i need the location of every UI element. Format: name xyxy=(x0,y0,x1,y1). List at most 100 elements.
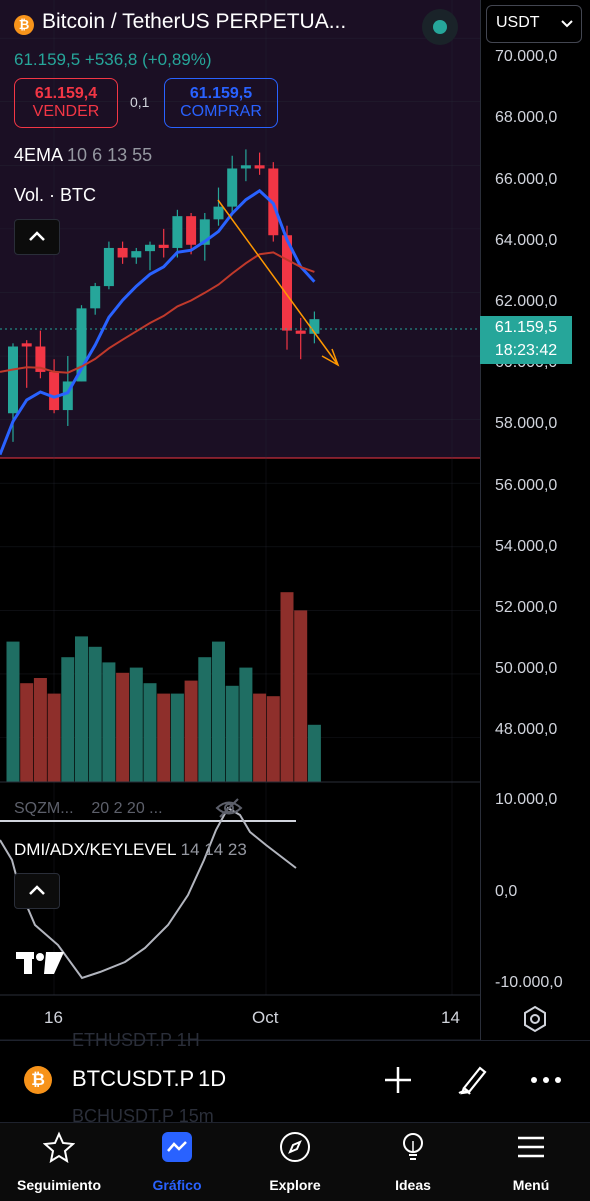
price-change: 61.159,5 +536,8 (+0,89%) xyxy=(14,50,212,69)
nav-item-ideas[interactable]: Ideas xyxy=(354,1123,472,1201)
nav-label: Ideas xyxy=(395,1177,431,1193)
candle-countdown-tag: 18:23:42 xyxy=(480,340,572,364)
candle-body xyxy=(131,251,142,258)
candle-body xyxy=(49,371,60,411)
candle-body xyxy=(21,343,32,347)
volume-bar xyxy=(129,667,143,782)
candle-body xyxy=(103,247,114,287)
buy-button[interactable]: 61.159,5 COMPRAR xyxy=(164,78,278,128)
volume-bar xyxy=(225,685,239,782)
nav-item-grafico[interactable]: Gráfico xyxy=(118,1123,236,1201)
price-axis-label: 58.000,0 xyxy=(495,415,558,432)
currency-value: USDT xyxy=(496,14,540,31)
collapse-legend-button[interactable] xyxy=(14,219,60,255)
price-axis-label: 56.000,0 xyxy=(495,477,558,494)
market-open-status-icon[interactable] xyxy=(422,9,458,45)
volume-bar xyxy=(47,693,61,782)
buy-price: 61.159,5 xyxy=(189,85,253,102)
sqzm-indicator-params: 20 2 20 ... xyxy=(91,800,163,817)
candle-body xyxy=(254,165,265,169)
price-axis-label: 50.000,0 xyxy=(495,660,558,677)
nav-label: Explore xyxy=(269,1177,321,1193)
dmi-legend[interactable]: DMI/ADX/KEYLEVEL 14 14 23 xyxy=(14,840,247,860)
indicator-axis-label: 0,0 xyxy=(495,883,518,900)
nav-item-explore[interactable]: Explore xyxy=(236,1123,354,1201)
volume-bar xyxy=(253,693,267,782)
chart-settings-icon[interactable] xyxy=(520,1004,550,1034)
price-axis[interactable]: 70.000,0 68.000,0 66.000,0 64.000,0 62.0… xyxy=(480,0,590,1040)
ema-legend[interactable]: 4EMA 10 6 13 55 xyxy=(14,145,152,166)
price-axis-label: 68.000,0 xyxy=(495,109,558,126)
nav-label: Gráfico xyxy=(152,1177,202,1193)
symbol-picker-ghost-item: ETHUSDT.P 1H xyxy=(72,1030,200,1050)
chart-icon xyxy=(162,1132,192,1162)
volume-bar xyxy=(61,657,75,782)
candle-body xyxy=(158,244,169,248)
indicator-axis-label: -10.000,0 xyxy=(495,974,563,991)
price-axis-label: 66.000,0 xyxy=(495,171,558,188)
nav-label: Menú xyxy=(512,1177,550,1193)
candle-body xyxy=(295,330,306,334)
nav-item-menu[interactable]: Menú xyxy=(472,1123,590,1201)
ema-indicator-name: 4EMA xyxy=(14,145,63,165)
nav-item-seguimiento[interactable]: Seguimiento xyxy=(0,1123,118,1201)
time-axis-label: Oct xyxy=(252,1008,279,1027)
indicator-axis-label: 10.000,0 xyxy=(495,791,558,808)
price-axis-label: 64.000,0 xyxy=(495,232,558,249)
candle-body xyxy=(172,216,183,248)
volume-bar xyxy=(307,724,321,782)
sqzm-legend[interactable]: SQZM... 20 2 20 ... xyxy=(14,800,163,818)
volume-bar xyxy=(6,641,20,782)
candle-body xyxy=(8,346,18,414)
price-axis-label: 52.000,0 xyxy=(495,599,558,616)
bottom-navigation: Seguimiento Gráfico Explore Ideas Menú xyxy=(0,1122,590,1201)
candle-body xyxy=(90,286,101,309)
price-axis-label: 48.000,0 xyxy=(495,721,558,738)
volume-bar xyxy=(170,693,184,782)
sell-label: VENDER xyxy=(32,103,100,120)
volume-bar xyxy=(157,693,171,782)
sell-button[interactable]: 61.159,4 VENDER xyxy=(14,78,118,128)
candle-body xyxy=(145,244,155,252)
volume-bar xyxy=(280,592,294,782)
chevron-down-icon xyxy=(561,20,573,28)
lightbulb-icon xyxy=(403,1133,423,1160)
volume-bar xyxy=(294,610,308,782)
candle-body xyxy=(227,168,238,207)
time-axis-label: 14 xyxy=(441,1008,460,1027)
nav-label: Seguimiento xyxy=(16,1177,101,1193)
volume-bar xyxy=(75,636,88,782)
volume-bar xyxy=(143,683,157,782)
price-axis-label: 70.000,0 xyxy=(495,48,558,65)
volume-bar xyxy=(212,641,225,782)
volume-bars xyxy=(6,592,321,782)
symbol-selector[interactable]: BTCUSDT.P xyxy=(72,1066,194,1092)
price-axis-label: 54.000,0 xyxy=(495,538,558,555)
candle-body xyxy=(117,247,128,258)
candle-body xyxy=(240,165,251,169)
collapse-indicator-legend-button[interactable] xyxy=(14,873,60,909)
interval-selector[interactable]: 1D xyxy=(198,1066,226,1092)
menu-icon xyxy=(518,1136,544,1158)
currency-select[interactable]: USDT xyxy=(486,5,582,43)
volume-bar xyxy=(184,680,198,782)
volume-bar xyxy=(33,678,47,782)
buy-label: COMPRAR xyxy=(180,103,262,120)
add-icon[interactable] xyxy=(382,1064,414,1096)
star-icon xyxy=(43,1131,75,1163)
dmi-indicator-params: 14 14 23 xyxy=(180,840,247,859)
price-axis-label: 62.000,0 xyxy=(495,293,558,310)
time-axis-label: 16 xyxy=(44,1008,63,1027)
hidden-eye-icon[interactable] xyxy=(214,796,244,820)
bitcoin-logo-icon: ₿ xyxy=(24,1066,52,1094)
more-options-icon[interactable] xyxy=(530,1064,562,1096)
drawing-pen-icon[interactable] xyxy=(456,1062,490,1096)
candle-body xyxy=(213,206,224,220)
tradingview-logo-icon xyxy=(16,952,64,974)
volume-legend[interactable]: Vol. · BTC xyxy=(14,185,96,206)
volume-bar xyxy=(20,683,34,782)
spread-value: 0,1 xyxy=(130,94,150,110)
chevron-up-icon xyxy=(29,885,45,895)
ema-indicator-params: 10 6 13 55 xyxy=(67,145,153,165)
symbol-title[interactable]: Bitcoin / TetherUS PERPETUA... xyxy=(14,10,346,34)
